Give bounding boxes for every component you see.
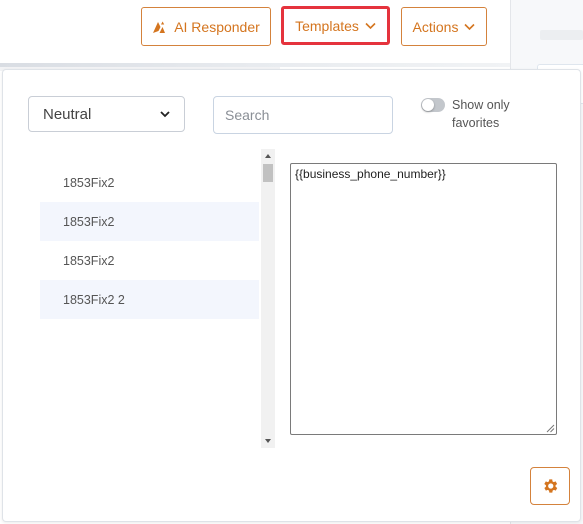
scroll-down-arrow[interactable]	[261, 434, 275, 448]
ai-responder-button[interactable]: AI Responder	[141, 7, 271, 46]
background-placeholder	[540, 30, 583, 40]
templates-popup: Neutral Show only favorites 1853Fix2 185…	[2, 69, 581, 522]
template-preview-textarea[interactable]: {{business_phone_number}}	[290, 163, 557, 435]
scrollbar-thumb[interactable]	[263, 164, 273, 182]
tone-select-value: Neutral	[43, 105, 92, 123]
actions-label: Actions	[412, 18, 459, 35]
template-item-label: 1853Fix2	[63, 253, 115, 268]
template-item-label: 1853Fix2	[63, 214, 115, 229]
templates-button[interactable]: Templates	[281, 6, 390, 45]
chevron-down-icon	[464, 23, 476, 30]
template-list-scrollbar[interactable]	[261, 149, 275, 448]
chevron-down-icon	[365, 22, 376, 29]
ai-logo-icon	[153, 21, 166, 33]
template-preview-text: {{business_phone_number}}	[295, 167, 446, 181]
template-list-item[interactable]: 1853Fix2	[40, 241, 259, 280]
resize-grip-icon[interactable]	[546, 424, 555, 433]
template-list-item[interactable]: 1853Fix2 2	[40, 280, 259, 319]
chevron-down-icon	[160, 110, 170, 117]
template-item-label: 1853Fix2 2	[63, 292, 125, 307]
template-list: 1853Fix2 1853Fix2 1853Fix2 1853Fix2 2	[40, 163, 259, 319]
gear-icon	[544, 479, 558, 493]
favorites-toggle-label: Show only favorites	[452, 98, 510, 130]
template-item-label: 1853Fix2	[63, 175, 115, 190]
toggle-knob	[422, 99, 434, 111]
template-list-item[interactable]: 1853Fix2	[40, 163, 259, 202]
actions-button[interactable]: Actions	[401, 7, 487, 46]
settings-button[interactable]	[530, 467, 570, 505]
template-list-item[interactable]: 1853Fix2	[40, 202, 259, 241]
favorites-toggle[interactable]	[421, 98, 445, 112]
scroll-up-arrow[interactable]	[261, 149, 275, 163]
page: AI Responder Templates Actions Neutral S…	[0, 0, 583, 524]
templates-label: Templates	[295, 17, 359, 34]
tone-select[interactable]: Neutral	[28, 96, 185, 132]
ai-responder-label: AI Responder	[174, 18, 260, 35]
search-input[interactable]	[213, 96, 393, 134]
